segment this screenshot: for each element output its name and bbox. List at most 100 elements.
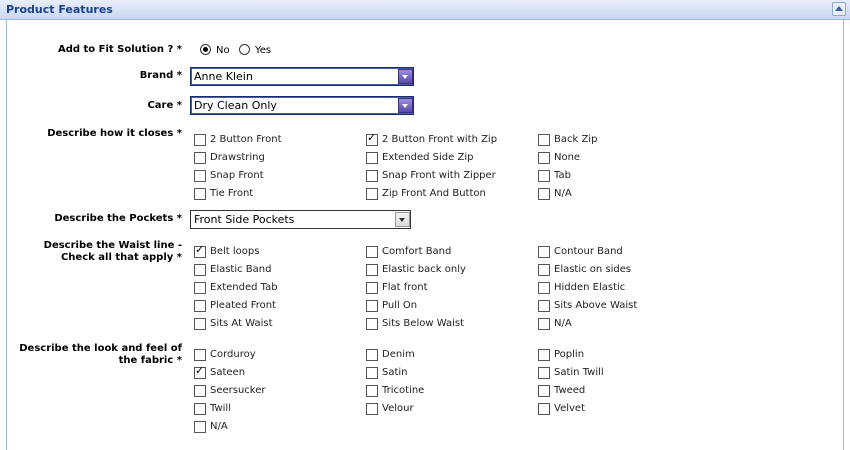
waist-option-label: Elastic Band: [210, 264, 272, 275]
fabric-checkbox[interactable]: ✓: [366, 349, 378, 361]
closes-option-label: Snap Front: [210, 170, 264, 181]
fabric-checkbox[interactable]: ✓: [194, 421, 206, 433]
fabric-option-label: Velvet: [554, 403, 585, 414]
closes-checkbox[interactable]: ✓: [194, 134, 206, 146]
fabric-option-label: N/A: [210, 421, 228, 432]
waist-option-label: Belt loops: [210, 246, 260, 257]
fabric-checkbox[interactable]: ✓: [194, 403, 206, 415]
care-label: Care *: [147, 100, 182, 111]
waist-checkbox[interactable]: ✓: [538, 282, 550, 294]
closes-checkbox[interactable]: ✓: [366, 170, 378, 182]
fabric-checkbox[interactable]: ✓: [538, 367, 550, 379]
care-value: Dry Clean Only: [194, 99, 277, 112]
fabric-option-label: Twill: [210, 403, 231, 414]
collapse-icon[interactable]: [832, 2, 846, 16]
waist-checkbox[interactable]: ✓: [366, 264, 378, 276]
fabric-option-label: Satin Twill: [554, 367, 604, 378]
pockets-value: Front Side Pockets: [194, 213, 295, 226]
closes-checkbox[interactable]: ✓: [538, 152, 550, 164]
fabric-option-label: Tweed: [554, 385, 586, 396]
closes-option-label: Drawstring: [210, 152, 265, 163]
fabric-checkbox[interactable]: ✓: [538, 403, 550, 415]
waist-option-label: Sits Above Waist: [554, 300, 638, 311]
waist-checkbox[interactable]: ✓: [538, 318, 550, 330]
waist-option-label: Flat front: [382, 282, 428, 293]
closes-checkbox[interactable]: ✓: [194, 152, 206, 164]
waist-option-label: Sits At Waist: [210, 318, 273, 329]
waist-option-label: Elastic on sides: [554, 264, 632, 275]
waist-checkbox[interactable]: ✓: [194, 282, 206, 294]
panel-header: Product Features: [0, 0, 850, 20]
fabric-option-label: Sateen: [210, 367, 246, 378]
fabric-option-label: Denim: [382, 349, 415, 360]
waist-checkbox[interactable]: ✓: [194, 318, 206, 330]
waist-option-label: N/A: [554, 318, 572, 329]
pockets-label: Describe the Pockets *: [54, 213, 182, 224]
fabric-option-label: Velour: [382, 403, 414, 414]
chevron-down-icon[interactable]: [398, 69, 413, 84]
fabric-option-label: Satin: [382, 367, 408, 378]
fabric-checkbox[interactable]: ✓: [194, 364, 206, 379]
waist-checkbox[interactable]: ✓: [194, 264, 206, 276]
waist-checkbox[interactable]: ✓: [538, 264, 550, 276]
fabric-option-label: Poplin: [554, 349, 585, 360]
waist-option-label: Hidden Elastic: [554, 282, 626, 293]
waist-option-label: Comfort Band: [382, 246, 452, 257]
chevron-down-icon[interactable]: [398, 98, 413, 113]
fabric-option-label: Tricotine: [382, 385, 425, 396]
closes-option-label: Tie Front: [210, 188, 254, 199]
checkmark-icon: ✓: [195, 364, 205, 377]
fabric-checkbox[interactable]: ✓: [366, 385, 378, 397]
closes-checkbox[interactable]: ✓: [538, 170, 550, 182]
panel-title: Product Features: [6, 3, 113, 16]
waist-checkbox[interactable]: ✓: [366, 300, 378, 312]
waist-checkbox[interactable]: ✓: [366, 282, 378, 294]
checkmark-icon: ✓: [367, 131, 377, 144]
fabric-option-label: Seersucker: [210, 385, 266, 396]
closes-option-label: Tab: [554, 170, 571, 181]
closes-option-label: N/A: [554, 188, 572, 199]
waist-checkbox[interactable]: ✓: [366, 246, 378, 258]
fabric-checkbox[interactable]: ✓: [538, 349, 550, 361]
waist-option-label: Sits Below Waist: [382, 318, 464, 329]
closes-checkbox[interactable]: ✓: [538, 188, 550, 200]
fit-solution-label: Add to Fit Solution ? *: [57, 44, 182, 55]
product-features-form: [6, 20, 844, 450]
closes-checkbox[interactable]: ✓: [366, 188, 378, 200]
closes-checkbox[interactable]: ✓: [366, 131, 378, 146]
fabric-checkbox[interactable]: ✓: [366, 367, 378, 379]
fit-yes-radio[interactable]: [239, 44, 250, 55]
brand-select[interactable]: Anne Klein: [190, 67, 414, 86]
closes-label: Describe how it closes *: [47, 128, 182, 139]
closes-option-label: Zip Front And Button: [382, 188, 486, 199]
closes-option-label: None: [554, 152, 581, 163]
waist-checkbox[interactable]: ✓: [194, 300, 206, 312]
fabric-checkbox[interactable]: ✓: [194, 349, 206, 361]
closes-checkbox[interactable]: ✓: [194, 170, 206, 182]
fabric-checkbox[interactable]: ✓: [366, 403, 378, 415]
waist-option-label: Contour Band: [554, 246, 623, 257]
closes-checkbox[interactable]: ✓: [538, 134, 550, 146]
fit-yes-label: Yes: [255, 45, 272, 56]
fabric-label: Describe the look and feel of the fabric …: [19, 343, 182, 366]
closes-checkbox[interactable]: ✓: [366, 152, 378, 164]
waist-option-label: Elastic back only: [382, 264, 466, 275]
fit-no-radio[interactable]: [200, 44, 211, 55]
waist-option-label: Pull On: [382, 300, 418, 311]
waist-checkbox[interactable]: ✓: [538, 300, 550, 312]
chevron-down-icon[interactable]: [395, 212, 410, 227]
fabric-option-label: Corduroy: [210, 349, 256, 360]
brand-value: Anne Klein: [194, 70, 253, 83]
care-select[interactable]: Dry Clean Only: [190, 96, 414, 115]
closes-option-label: Extended Side Zip: [382, 152, 474, 163]
waist-checkbox[interactable]: ✓: [366, 318, 378, 330]
waist-checkbox[interactable]: ✓: [194, 244, 206, 258]
fit-no-label: No: [216, 45, 230, 56]
closes-option-label: 2 Button Front: [210, 134, 282, 145]
pockets-select[interactable]: Front Side Pockets: [190, 210, 411, 229]
closes-option-label: Back Zip: [554, 134, 598, 145]
closes-checkbox[interactable]: ✓: [194, 188, 206, 200]
fabric-checkbox[interactable]: ✓: [538, 385, 550, 397]
fabric-checkbox[interactable]: ✓: [194, 385, 206, 397]
waist-checkbox[interactable]: ✓: [538, 246, 550, 258]
